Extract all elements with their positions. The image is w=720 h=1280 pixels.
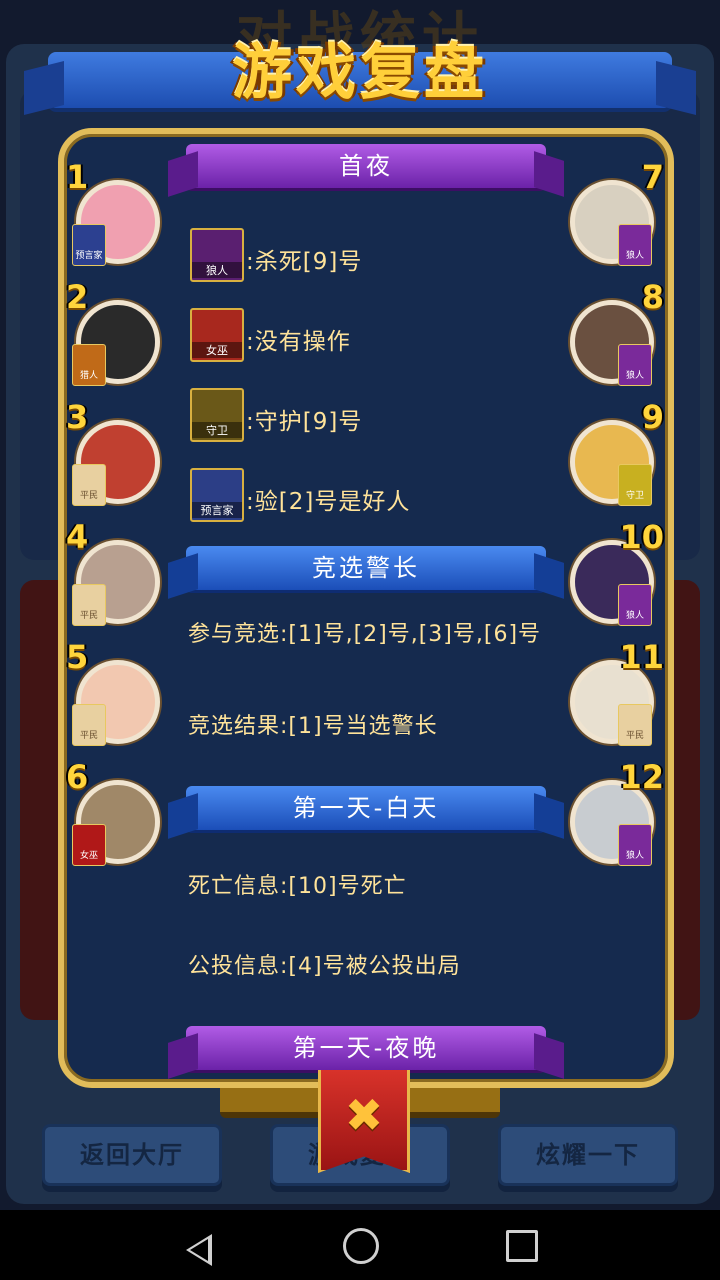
modal-title: 游戏复盘 bbox=[232, 38, 488, 108]
player-seat-7[interactable]: 7 狼人 bbox=[566, 158, 664, 270]
section-first-night: 首夜 bbox=[168, 144, 564, 197]
player-seat-6[interactable]: 6 女巫 bbox=[66, 758, 162, 870]
villager-role-icon: 平民 bbox=[618, 704, 652, 746]
werewolf-role-icon: 狼人 bbox=[618, 584, 652, 626]
villager-role-icon: 平民 bbox=[72, 584, 106, 626]
section-day1: 第一天-白天 bbox=[168, 786, 564, 839]
death-info: 死亡信息:[10]号死亡 bbox=[188, 874, 407, 899]
player-seat-10[interactable]: 10 狼人 bbox=[566, 518, 664, 630]
player-seat-1[interactable]: 1 预言家 bbox=[66, 158, 162, 270]
home-icon[interactable] bbox=[343, 1228, 379, 1264]
navigation-bar bbox=[0, 1210, 720, 1280]
action-text: :守护[9]号 bbox=[246, 409, 363, 435]
section-sheriff: 竞选警长 bbox=[168, 546, 564, 599]
guard-role-icon: 守卫 bbox=[618, 464, 652, 506]
werewolf-role-icon: 狼人 bbox=[618, 224, 652, 266]
vote-info: 公投信息:[4]号被公投出局 bbox=[188, 954, 461, 979]
player-seat-4[interactable]: 4 平民 bbox=[66, 518, 162, 630]
action-text: :没有操作 bbox=[246, 329, 351, 355]
villager-role-icon: 平民 bbox=[72, 704, 106, 746]
close-icon: ✖ bbox=[344, 1088, 384, 1142]
guard-card-icon: 守卫 bbox=[190, 388, 244, 442]
werewolf-role-icon: 狼人 bbox=[618, 344, 652, 386]
sheriff-participants: 参与竞选:[1]号,[2]号,[3]号,[6]号 bbox=[188, 622, 542, 647]
werewolf-card-icon: 狼人 bbox=[190, 228, 244, 282]
seer-card-icon: 预言家 bbox=[190, 468, 244, 522]
seer-role-icon: 预言家 bbox=[72, 224, 106, 266]
werewolf-role-icon: 狼人 bbox=[618, 824, 652, 866]
villager-role-icon: 平民 bbox=[72, 464, 106, 506]
player-seat-8[interactable]: 8 狼人 bbox=[566, 278, 664, 390]
section-night1: 第一天-夜晚 bbox=[168, 1026, 564, 1079]
action-text: :验[2]号是好人 bbox=[246, 489, 411, 515]
player-seat-11[interactable]: 11 平民 bbox=[566, 638, 664, 750]
hunter-role-icon: 猎人 bbox=[72, 344, 106, 386]
back-icon[interactable] bbox=[186, 1234, 212, 1266]
player-seat-3[interactable]: 3 平民 bbox=[66, 398, 162, 510]
player-seat-12[interactable]: 12 狼人 bbox=[566, 758, 664, 870]
player-seat-9[interactable]: 9 守卫 bbox=[566, 398, 664, 510]
recents-icon[interactable] bbox=[506, 1230, 538, 1262]
sheriff-result: 竞选结果:[1]号当选警长 bbox=[188, 714, 438, 739]
action-text: :杀死[9]号 bbox=[246, 249, 363, 275]
witch-card-icon: 女巫 bbox=[190, 308, 244, 362]
witch-role-icon: 女巫 bbox=[72, 824, 106, 866]
player-seat-2[interactable]: 2 猎人 bbox=[66, 278, 162, 390]
player-seat-5[interactable]: 5 平民 bbox=[66, 638, 162, 750]
